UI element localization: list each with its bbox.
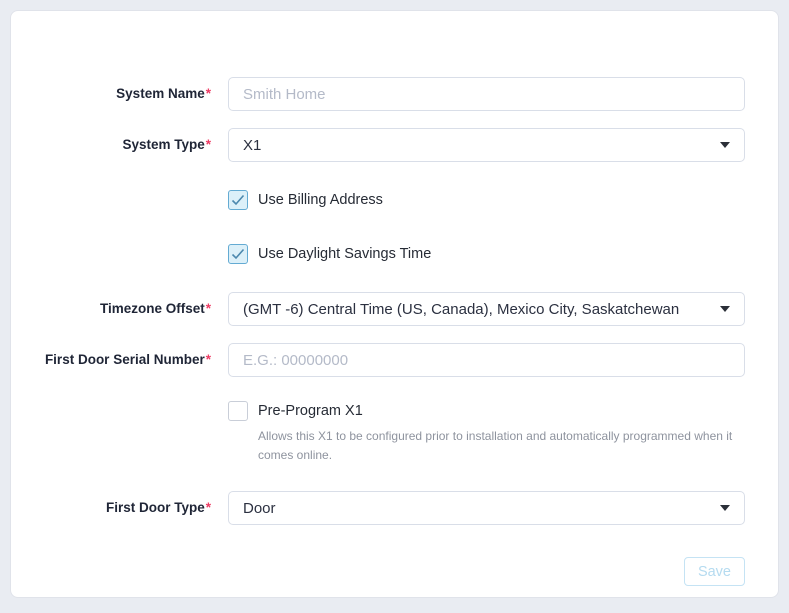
- required-asterisk: *: [206, 352, 211, 367]
- first-door-serial-row: First Door Serial Number*: [11, 343, 745, 377]
- system-type-label: System Type*: [11, 137, 228, 153]
- system-form-card: System Name* System Type* X1: [10, 10, 779, 598]
- system-name-row: System Name*: [11, 77, 745, 111]
- pre-program-x1-label: Pre-Program X1: [258, 403, 363, 419]
- system-name-input[interactable]: [228, 77, 745, 111]
- system-type-value: X1: [243, 137, 261, 154]
- system-type-label-text: System Type: [122, 137, 204, 152]
- use-daylight-savings-label: Use Daylight Savings Time: [258, 246, 431, 262]
- use-billing-address-checkbox[interactable]: [228, 190, 248, 210]
- first-door-type-row: First Door Type* Door: [11, 491, 745, 525]
- chevron-down-icon: [720, 505, 730, 511]
- save-row: Save: [11, 557, 745, 586]
- save-button[interactable]: Save: [684, 557, 745, 586]
- system-type-row: System Type* X1: [11, 128, 745, 162]
- use-daylight-savings-checkbox[interactable]: [228, 244, 248, 264]
- system-type-select[interactable]: X1: [228, 128, 745, 162]
- first-door-serial-input[interactable]: [228, 343, 745, 377]
- pre-program-x1-checkbox[interactable]: [228, 401, 248, 421]
- use-billing-address-label: Use Billing Address: [258, 192, 383, 208]
- daylight-savings-row: Use Daylight Savings Time: [11, 244, 745, 264]
- check-icon: [231, 248, 245, 260]
- timezone-offset-label-text: Timezone Offset: [100, 301, 205, 316]
- chevron-down-icon: [720, 306, 730, 312]
- first-door-type-label: First Door Type*: [11, 500, 228, 516]
- required-asterisk: *: [206, 301, 211, 316]
- first-door-type-select[interactable]: Door: [228, 491, 745, 525]
- pre-program-row: Pre-Program X1 Allows this X1 to be conf…: [11, 401, 745, 464]
- billing-address-row: Use Billing Address: [11, 190, 745, 210]
- first-door-type-value: Door: [243, 500, 276, 517]
- timezone-offset-select[interactable]: (GMT -6) Central Time (US, Canada), Mexi…: [228, 292, 745, 326]
- required-asterisk: *: [206, 86, 211, 101]
- first-door-type-label-text: First Door Type: [106, 500, 205, 515]
- required-asterisk: *: [206, 137, 211, 152]
- pre-program-x1-helper-text: Allows this X1 to be configured prior to…: [258, 427, 738, 464]
- first-door-serial-label-text: First Door Serial Number: [45, 352, 205, 367]
- system-name-label-text: System Name: [116, 86, 205, 101]
- first-door-serial-label: First Door Serial Number*: [11, 352, 228, 368]
- timezone-offset-label: Timezone Offset*: [11, 301, 228, 317]
- timezone-offset-value: (GMT -6) Central Time (US, Canada), Mexi…: [243, 301, 679, 318]
- system-name-label: System Name*: [11, 86, 228, 102]
- check-icon: [231, 194, 245, 206]
- timezone-offset-row: Timezone Offset* (GMT -6) Central Time (…: [11, 292, 745, 326]
- chevron-down-icon: [720, 142, 730, 148]
- required-asterisk: *: [206, 500, 211, 515]
